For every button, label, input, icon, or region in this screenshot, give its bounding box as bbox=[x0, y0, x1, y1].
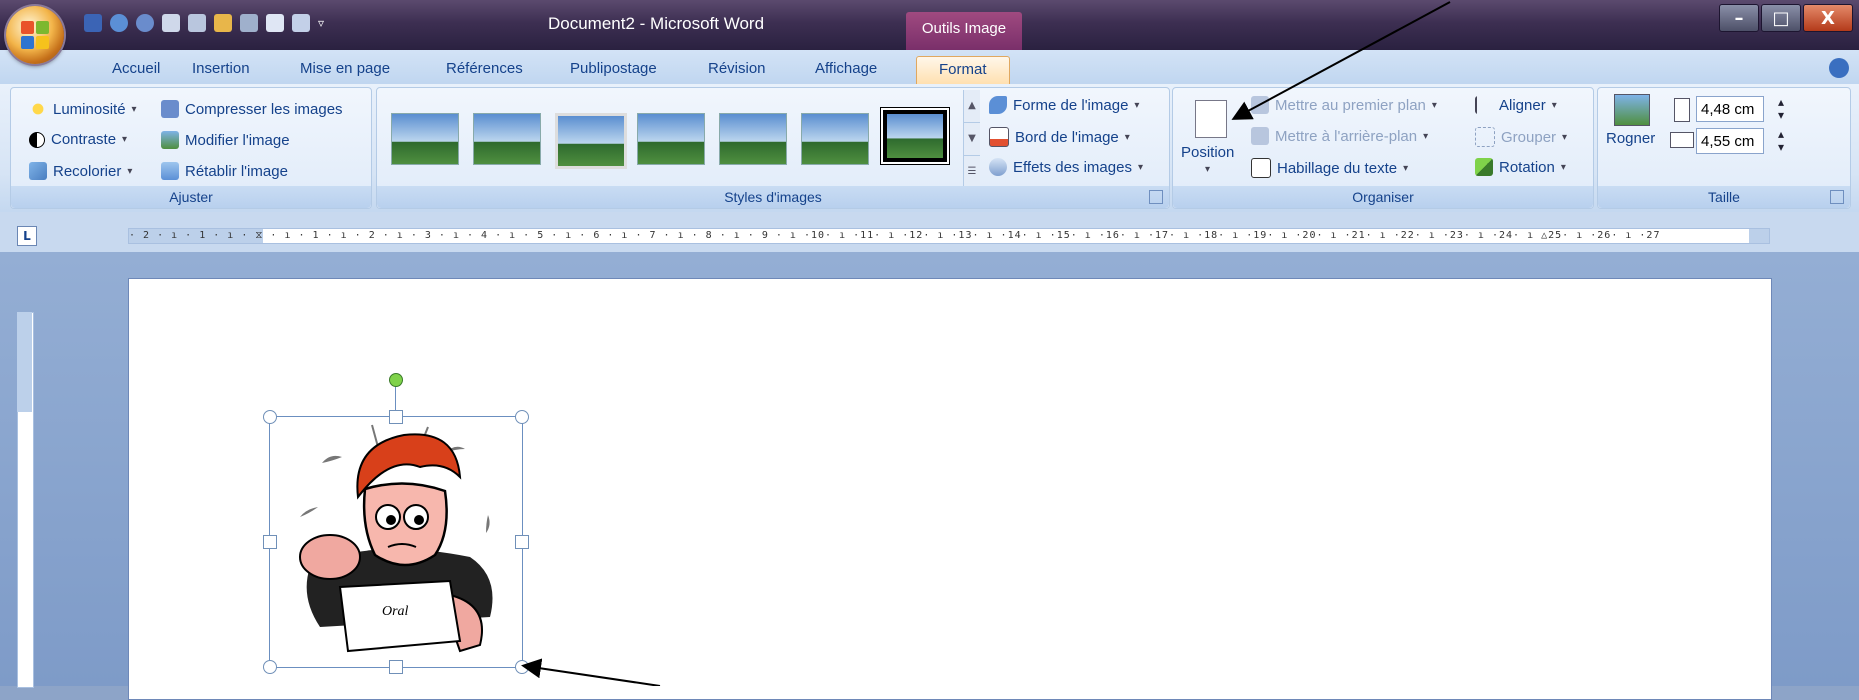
annotation-arrow-position bbox=[1231, 1, 1451, 120]
annotation-arrow-handle bbox=[521, 658, 661, 686]
office-logo-icon bbox=[21, 21, 49, 49]
office-button[interactable] bbox=[6, 6, 64, 64]
annotation-arrows bbox=[521, 1, 1451, 686]
